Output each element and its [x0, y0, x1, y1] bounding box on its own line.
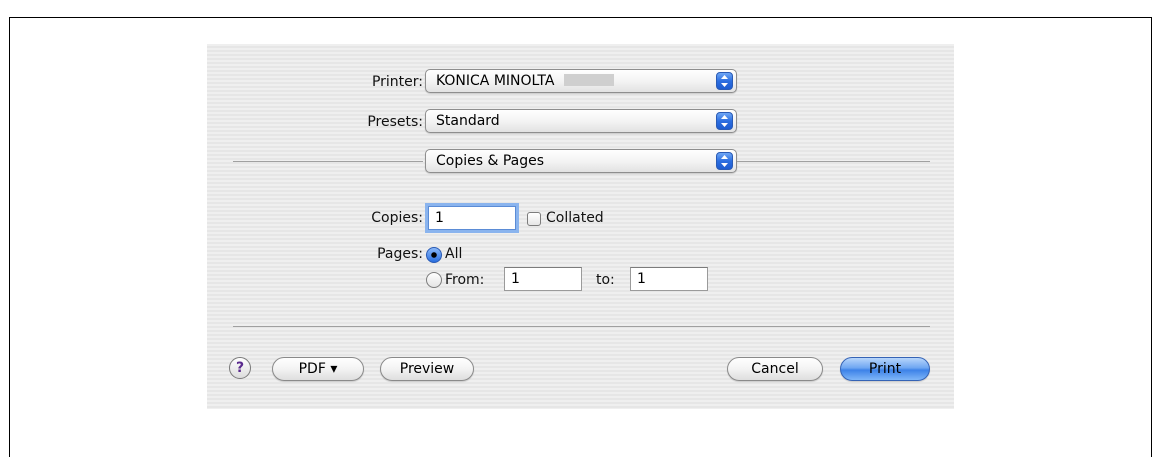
presets-popup[interactable]: Standard — [425, 109, 737, 133]
printer-model-redacted — [564, 74, 615, 86]
pdf-button[interactable]: PDF ▾ — [272, 357, 364, 381]
copies-field[interactable]: 1 — [428, 206, 516, 230]
presets-label: Presets: — [367, 114, 423, 130]
pages-label: Pages: — [377, 246, 423, 262]
pages-from-field[interactable]: 1 — [504, 267, 582, 291]
up-down-arrows-icon — [716, 152, 733, 170]
panel-popup[interactable]: Copies & Pages — [425, 149, 737, 173]
panel-value: Copies & Pages — [436, 153, 545, 169]
pages-all-radio[interactable] — [426, 247, 442, 263]
pages-from-label: From: — [445, 272, 485, 288]
separator-right — [737, 161, 930, 162]
print-dialog: Printer: KONICA MINOLTA Presets: Standar… — [207, 44, 954, 409]
printer-label: Printer: — [371, 74, 423, 90]
pages-from-radio[interactable] — [426, 272, 442, 288]
printer-value: KONICA MINOLTA — [436, 73, 555, 89]
presets-value: Standard — [436, 113, 500, 129]
pages-all-label: All — [445, 246, 463, 262]
printer-popup[interactable]: KONICA MINOLTA — [425, 69, 737, 93]
separator-bottom — [233, 326, 930, 327]
preview-button[interactable]: Preview — [380, 357, 474, 381]
help-button[interactable]: ? — [229, 357, 251, 379]
print-button[interactable]: Print — [840, 357, 930, 381]
separator-left — [233, 161, 423, 162]
collated-label: Collated — [546, 210, 604, 226]
up-down-arrows-icon — [716, 72, 733, 90]
copies-label: Copies: — [371, 210, 423, 226]
pages-to-label: to: — [596, 272, 615, 288]
up-down-arrows-icon — [716, 112, 733, 130]
pages-to-field[interactable]: 1 — [630, 267, 708, 291]
cancel-button[interactable]: Cancel — [727, 357, 823, 381]
collated-checkbox[interactable] — [527, 212, 541, 226]
